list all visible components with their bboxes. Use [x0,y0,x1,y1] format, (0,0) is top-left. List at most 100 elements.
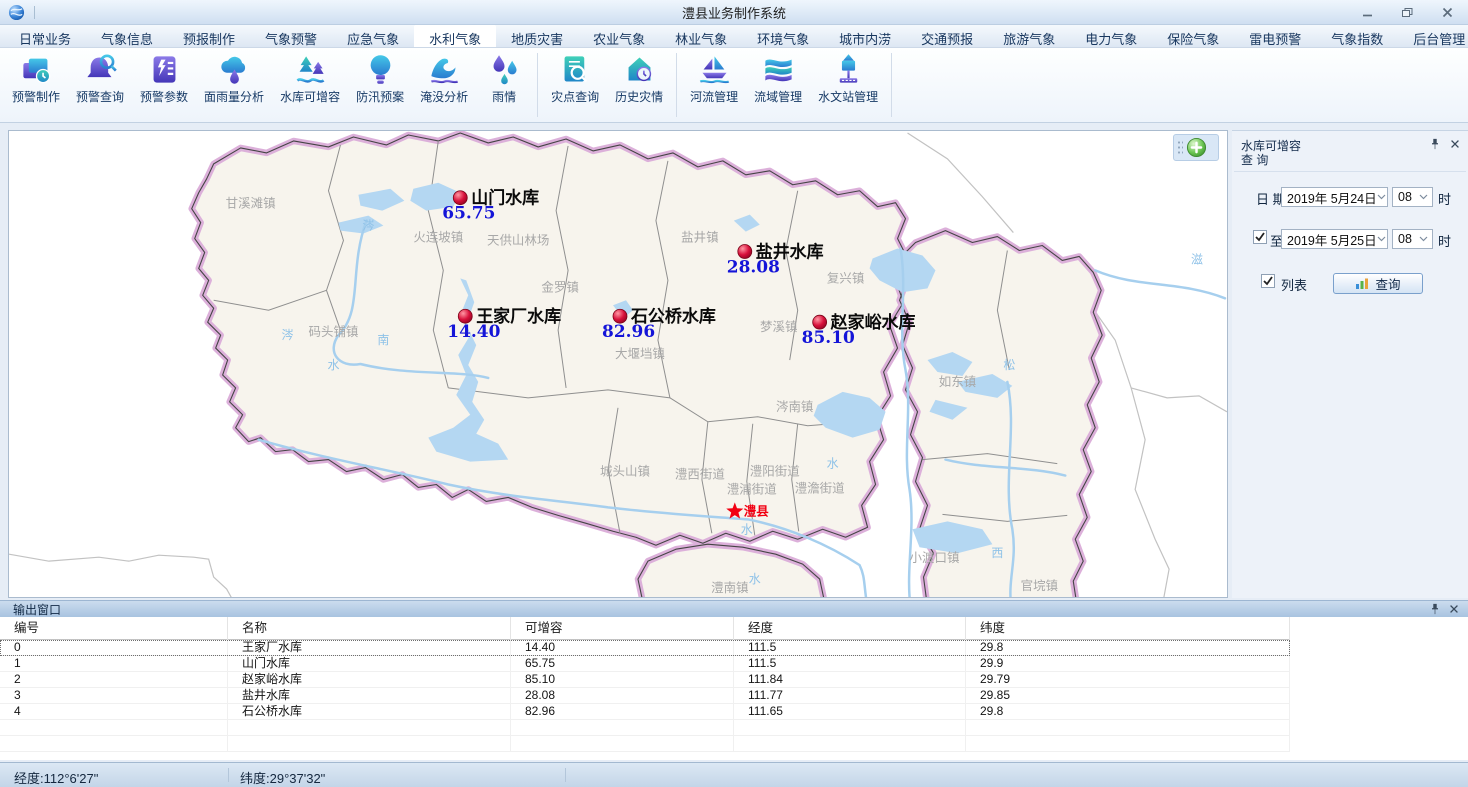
query-button[interactable]: 查询 [1333,273,1423,294]
table-cell-name: 王家厂水库 [228,640,511,655]
table-row[interactable]: 1山门水库65.75111.529.9 [0,656,1290,672]
toolbar-rain-analysis-button[interactable]: 面雨量分析 [196,52,272,105]
menu-tab-16[interactable]: 气象指数 [1316,25,1398,47]
close-output-icon[interactable] [1448,603,1460,615]
table-cell-capacity: 82.96 [511,704,734,719]
table-cell-empty [734,720,966,735]
toolbar-rain-info-button[interactable]: 雨情 [476,52,532,105]
zoom-in-button[interactable] [1186,137,1207,158]
minimize-button[interactable] [1361,6,1374,19]
pin-panel-icon[interactable] [1429,138,1441,150]
table-body: 0王家厂水库14.40111.529.81山门水库65.75111.529.92… [0,640,1468,752]
table-cell-lon: 111.65 [734,704,966,719]
table-cell-empty [734,736,966,751]
menu-tab-11[interactable]: 交通预报 [906,25,988,47]
town-label: 如东镇 [939,374,976,389]
town-label: 官垸镇 [1021,578,1058,593]
table-header-cell[interactable]: 可增容 [511,617,734,640]
town-label: 澧阳街道 [750,465,800,479]
table-row[interactable]: 4石公桥水库82.96111.6529.8 [0,704,1290,720]
table-cell-empty [228,736,511,751]
close-button[interactable] [1441,6,1454,19]
toolbar: 预警制作预警查询预警参数面雨量分析水库可增容防汛预案淹没分析雨情灾点查询历史灾情… [0,48,1468,123]
toolbar-submerge-analysis-button[interactable]: 淹没分析 [412,52,476,105]
table-cell-empty [0,736,228,751]
river-label: 水 [749,572,761,586]
neighbor-boundary [1131,388,1227,412]
list-checkbox[interactable] [1261,274,1275,288]
menu-bar: 日常业务气象信息预报制作气象预警应急气象水利气象地质灾害农业气象林业气象环境气象… [0,25,1468,48]
toolbar-separator [676,53,677,117]
table-cell-lat: 29.85 [966,688,1290,703]
menu-tab-14[interactable]: 保险气象 [1152,25,1234,47]
menu-tab-13[interactable]: 电力气象 [1070,25,1152,47]
menu-tab-5[interactable]: 水利气象 [414,25,496,47]
window-controls [1361,6,1454,19]
toolbar-flood-plan-button[interactable]: 防汛预案 [348,52,412,105]
to-hour-select[interactable]: 08 [1392,229,1433,249]
menu-tab-10[interactable]: 城市内涝 [824,25,906,47]
table-row[interactable]: 3盐井水库28.08111.7729.85 [0,688,1290,704]
menu-tab-4[interactable]: 应急气象 [332,25,414,47]
toolbar-history-disaster-button[interactable]: 历史灾情 [607,52,671,105]
hour-unit-label: 时 [1438,189,1451,208]
menu-tab-8[interactable]: 林业气象 [660,25,742,47]
table-cell-empty [966,720,1290,735]
menu-tab-1[interactable]: 气象信息 [86,25,168,47]
menu-tab-15[interactable]: 雷电预警 [1234,25,1316,47]
submerge-analysis-icon [427,52,462,87]
toolbar-hydro-station-button[interactable]: 水文站管理 [810,52,886,105]
flood-plan-icon [363,52,398,87]
close-panel-icon[interactable] [1449,138,1461,150]
table-header-cell[interactable]: 纬度 [966,617,1290,640]
map-mini-toolbar [1173,134,1219,161]
toolbar-label: 预警制作 [12,88,60,105]
table-cell-capacity: 28.08 [511,688,734,703]
hour-unit-label: 时 [1438,231,1451,250]
table-row[interactable]: 0王家厂水库14.40111.529.8 [0,640,1290,656]
toolbar-basin-manage-button[interactable]: 流域管理 [746,52,810,105]
table-cell-capacity: 14.40 [511,640,734,655]
titlebar-separator [34,6,35,19]
town-label: 大堰垱镇 [615,347,665,361]
status-bar: 经度:112°6'27" 纬度:29°37'32" [0,762,1468,787]
table-cell-lon: 111.5 [734,656,966,671]
toolbar-alert-params-button[interactable]: 预警参数 [132,52,196,105]
toolbar-river-manage-button[interactable]: 河流管理 [682,52,746,105]
table-cell-id: 4 [0,704,228,719]
table-header-cell[interactable]: 编号 [0,617,228,640]
toolbar-label: 预警参数 [140,88,188,105]
menu-tab-0[interactable]: 日常业务 [4,25,86,47]
reservoir-value-label: 28.08 [727,256,780,276]
toolbar-label: 预警查询 [76,88,124,105]
from-date-select[interactable]: 2019年 5月24日 [1281,187,1388,207]
toolbar-alert-query-button[interactable]: 预警查询 [68,52,132,105]
to-date-select[interactable]: 2019年 5月25日 [1281,229,1388,249]
toolbar-disaster-query-button[interactable]: 灾点查询 [543,52,607,105]
town-label: 澧澹街道 [795,481,845,495]
menu-tab-2[interactable]: 预报制作 [168,25,250,47]
longitude-readout: 经度:112°6'27" [14,768,98,787]
table-cell-lon: 111.5 [734,640,966,655]
menu-tab-6[interactable]: 地质灾害 [496,25,578,47]
menu-tab-3[interactable]: 气象预警 [250,25,332,47]
title-bar: 澧县业务制作系统 [0,0,1468,25]
toolbar-label: 河流管理 [690,88,738,105]
menu-tab-17[interactable]: 后台管理 [1398,25,1468,47]
menu-tab-7[interactable]: 农业气象 [578,25,660,47]
table-header-cell[interactable]: 名称 [228,617,511,640]
county-map: 涔涔南水水水水西松滋甘溪滩镇火连坡镇天供山林场金罗镇盐井镇复兴镇码头铺镇梦溪镇大… [9,131,1227,597]
table-header-cell[interactable]: 经度 [734,617,966,640]
menu-tab-12[interactable]: 旅游气象 [988,25,1070,47]
to-checkbox[interactable] [1253,230,1267,244]
table-row[interactable]: 2赵家峪水库85.10111.8429.79 [0,672,1290,688]
map-panel[interactable]: 涔涔南水水水水西松滋甘溪滩镇火连坡镇天供山林场金罗镇盐井镇复兴镇码头铺镇梦溪镇大… [8,130,1228,598]
toolbar-reservoir-capacity-button[interactable]: 水库可增容 [272,52,348,105]
pin-output-icon[interactable] [1429,603,1441,615]
toolbar-alert-make-button[interactable]: 预警制作 [4,52,68,105]
town-label: 火连坡镇 [413,230,463,245]
menu-tab-9[interactable]: 环境气象 [742,25,824,47]
from-hour-select[interactable]: 08 [1392,187,1433,207]
restore-button[interactable] [1401,6,1414,19]
drag-handle-icon[interactable] [1177,140,1183,156]
